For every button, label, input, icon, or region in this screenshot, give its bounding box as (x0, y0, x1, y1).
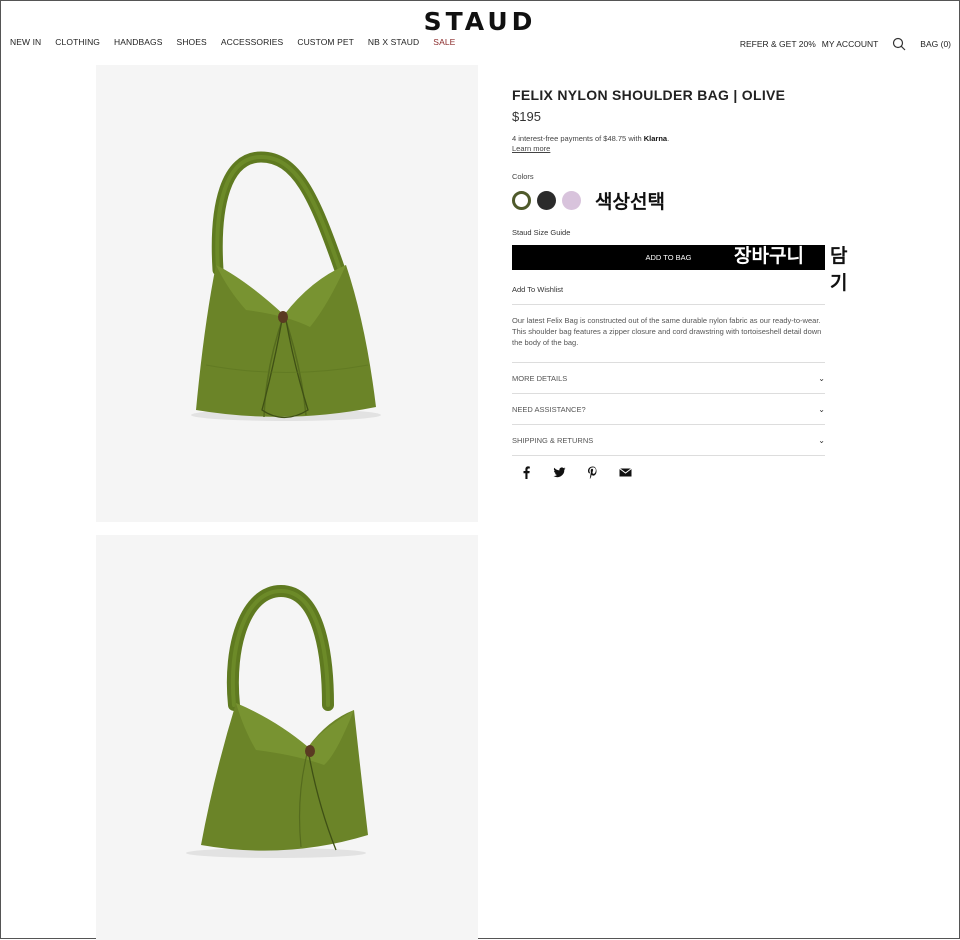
annotation-cart-part1: 장바구니 (734, 245, 804, 267)
add-to-bag-label: ADD TO BAG (645, 253, 692, 262)
annotation-color-select: 색상선택 (595, 191, 665, 213)
nav-sale[interactable]: SALE (433, 37, 455, 47)
refer-link[interactable]: REFER & GET 20% (740, 39, 816, 49)
nav-handbags[interactable]: HANDBAGS (114, 37, 163, 47)
search-icon[interactable] (892, 37, 906, 51)
nav-nb-x-staud[interactable]: NB X STAUD (368, 37, 419, 47)
product-info: FELIX NYLON SHOULDER BAG | OLIVE $195 4 … (512, 87, 847, 479)
klarna-text: 4 interest-free payments of $48.75 with (512, 134, 642, 143)
olive-bag-side-image (186, 584, 368, 858)
learn-more-link[interactable]: Learn more (512, 144, 550, 153)
nav-accessories[interactable]: ACCESSORIES (221, 37, 284, 47)
add-to-wishlist-link[interactable]: Add To Wishlist (512, 285, 825, 305)
accordion-label: MORE DETAILS (512, 373, 568, 383)
olive-bag-front-image (191, 151, 381, 421)
accordion-need-assistance[interactable]: NEED ASSISTANCE? ⌄ (512, 394, 825, 425)
account-link[interactable]: MY ACCOUNT (822, 39, 879, 49)
product-price: $195 (512, 109, 541, 124)
bag-link[interactable]: BAG (0) (920, 39, 951, 49)
product-image-side[interactable] (96, 535, 478, 940)
klarna-brand: Klarna (643, 134, 668, 143)
accordion-more-details[interactable]: MORE DETAILS ⌄ (512, 363, 825, 394)
nav-clothing[interactable]: CLOTHING (55, 37, 100, 47)
size-guide-link[interactable]: Staud Size Guide (512, 228, 825, 237)
social-share (512, 466, 825, 479)
chevron-down-icon: ⌄ (818, 373, 825, 383)
pinterest-icon[interactable] (586, 466, 599, 479)
color-swatches: 색상선택 (512, 187, 825, 214)
swatch-lilac[interactable] (562, 191, 581, 210)
add-to-bag-button[interactable]: ADD TO BAG 장바구니 담기 (512, 245, 847, 294)
nav-new-in[interactable]: NEW IN (10, 37, 41, 47)
staud-logo[interactable]: STAUD (1, 7, 959, 36)
email-icon[interactable] (619, 466, 632, 479)
klarna-message: 4 interest-free payments of $48.75 with … (512, 134, 670, 153)
twitter-icon[interactable] (553, 466, 566, 479)
swatch-olive[interactable] (512, 191, 531, 210)
utility-nav: REFER & GET 20% MY ACCOUNT BAG (0) (740, 37, 951, 51)
accordion-label: NEED ASSISTANCE? (512, 404, 586, 414)
annotation-cart-part2: 담기 (830, 245, 848, 294)
product-title: FELIX NYLON SHOULDER BAG | OLIVE (512, 87, 786, 103)
nav-shoes[interactable]: SHOES (177, 37, 207, 47)
accordion-label: SHIPPING & RETURNS (512, 435, 594, 445)
colors-label: Colors (512, 172, 534, 181)
main-nav: NEW IN CLOTHING HANDBAGS SHOES ACCESSORI… (10, 37, 455, 47)
chevron-down-icon: ⌄ (818, 435, 825, 445)
accordion-shipping-returns[interactable]: SHIPPING & RETURNS ⌄ (512, 425, 825, 456)
chevron-down-icon: ⌄ (818, 404, 825, 414)
nav-custom-pet[interactable]: CUSTOM PET (297, 37, 354, 47)
product-description: Our latest Felix Bag is constructed out … (512, 315, 825, 363)
facebook-icon[interactable] (520, 466, 533, 479)
product-image-front[interactable] (96, 65, 478, 522)
swatch-black[interactable] (537, 191, 556, 210)
